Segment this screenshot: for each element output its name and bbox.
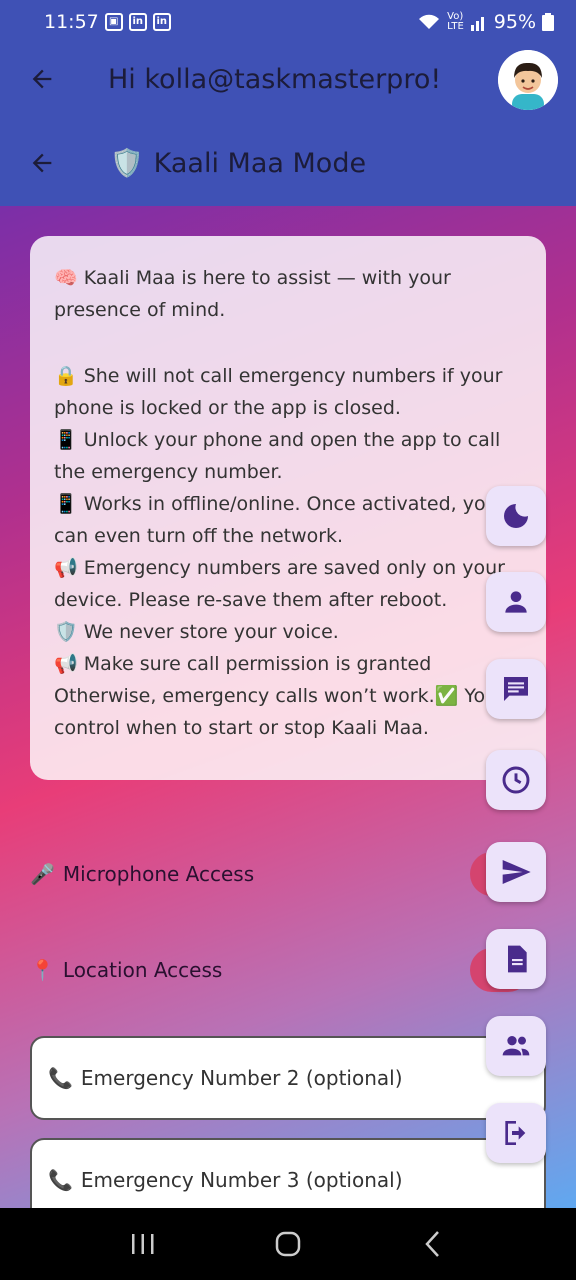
info-line: 🧠 Kaali Maa is here to assist — with you… [54, 267, 451, 289]
clock-icon [502, 766, 530, 794]
emergency-number-3-label: Emergency Number 3 (optional) [80, 1168, 403, 1192]
logout-button[interactable] [486, 1103, 546, 1163]
document-button[interactable] [486, 929, 546, 989]
info-line: can even turn off the network. [54, 525, 344, 547]
moon-icon [504, 504, 528, 528]
send-button[interactable] [486, 842, 546, 902]
profile-button[interactable] [486, 572, 546, 632]
info-line: the emergency number. [54, 461, 283, 483]
chat-button[interactable] [486, 659, 546, 719]
app-bar: Hi kolla@taskmasterpro! 🛡️ Kaali Maa Mod… [0, 44, 576, 206]
home-icon [275, 1231, 301, 1257]
battery-percent: 95% [493, 11, 536, 33]
chat-icon [504, 677, 528, 701]
home-button[interactable] [258, 1214, 318, 1274]
mode-title: Kaali Maa Mode [153, 147, 367, 179]
group-icon [502, 1036, 530, 1056]
recents-icon [131, 1234, 154, 1254]
lte-icon: Vo) LTE [447, 11, 464, 32]
phone-icon: 📞 [48, 1168, 73, 1192]
info-line: 📢 Make sure call permission is granted [54, 653, 432, 675]
info-line: phone is locked or the app is closed. [54, 397, 401, 419]
avatar[interactable] [498, 50, 558, 110]
emergency-number-2-field[interactable]: 📞 Emergency Number 2 (optional) [30, 1036, 546, 1120]
back-button[interactable] [0, 44, 84, 114]
recents-button[interactable] [113, 1214, 173, 1274]
info-line: device. Please re-save them after reboot… [54, 589, 448, 611]
mode-title-wrap: 🛡️ Kaali Maa Mode [110, 147, 367, 180]
battery-icon [542, 13, 554, 31]
emergency-number-3-field[interactable]: 📞 Emergency Number 3 (optional) [30, 1138, 546, 1208]
microphone-icon: 🎤 [30, 862, 55, 886]
location-label: Location Access [62, 958, 223, 982]
gallery-icon: ▣ [104, 13, 123, 31]
info-line: 🔒 She will not call emergency numbers if… [54, 365, 503, 387]
send-icon [502, 860, 531, 884]
info-line: presence of mind. [54, 299, 226, 321]
greeting-row: Hi kolla@taskmasterpro! [0, 44, 576, 114]
arrow-back-icon [32, 69, 52, 89]
mode-row: 🛡️ Kaali Maa Mode [0, 128, 576, 198]
info-line: 📱 Unlock your phone and open the app to … [54, 429, 501, 451]
wifi-icon [419, 14, 440, 29]
dark-mode-button[interactable] [486, 486, 546, 546]
system-back-button[interactable] [403, 1214, 463, 1274]
signal-icon [470, 17, 484, 31]
mode-back-button[interactable] [0, 128, 84, 198]
greeting-title: Hi kolla@taskmasterpro! [108, 63, 442, 95]
shield-icon: 🛡️ [110, 148, 144, 179]
location-permission-row: 📍 Location Access [30, 945, 530, 995]
microphone-permission-row: 🎤 Microphone Access [30, 849, 530, 899]
info-card: 🧠 Kaali Maa is here to assist — with you… [30, 236, 546, 780]
history-button[interactable] [486, 750, 546, 810]
info-line: 📱 Works in offline/online. Once activate… [54, 493, 486, 515]
info-line: control when to start or stop Kaali Maa. [54, 717, 429, 739]
system-nav-bar [0, 1208, 576, 1280]
phone-icon: 📞 [48, 1066, 73, 1090]
status-time: 11:57 [44, 11, 99, 33]
avatar-illustration [498, 50, 558, 110]
logout-icon [505, 1121, 526, 1145]
linkedin-icon: in [152, 13, 171, 31]
status-bar: 11:57 ▣ in in Vo) LTE 95% [0, 0, 576, 44]
document-icon [508, 945, 527, 973]
microphone-label: Microphone Access [62, 862, 255, 886]
info-line: Otherwise, emergency calls won’t work.✅ … [54, 685, 498, 707]
location-pin-icon: 📍 [30, 958, 55, 982]
emergency-number-2-label: Emergency Number 2 (optional) [80, 1066, 403, 1090]
contacts-button[interactable] [486, 1016, 546, 1076]
person-icon [505, 591, 527, 613]
info-line: 📢 Emergency numbers are saved only on yo… [54, 557, 505, 579]
linkedin-icon: in [128, 13, 147, 31]
arrow-back-icon [32, 153, 52, 173]
chevron-left-icon [425, 1231, 440, 1257]
info-line: 🛡️ We never store your voice. [54, 621, 339, 643]
